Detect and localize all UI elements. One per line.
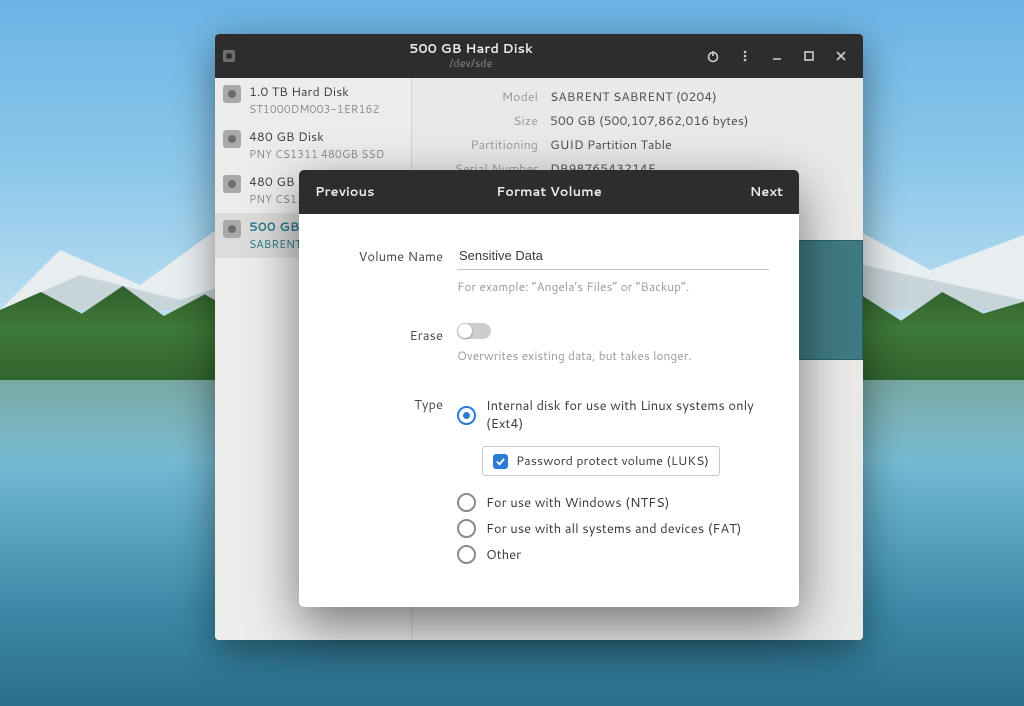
hdd-icon [223,85,241,103]
radio-icon [457,406,476,425]
menu-button[interactable] [731,42,759,70]
radio-other[interactable]: Other [457,545,765,564]
value-size: 500 GB (500,107,862,016 bytes) [550,112,749,130]
value-part: GUID Partition Table [550,136,672,154]
radio-icon [457,519,476,538]
erase-hint: Overwrites existing data, but takes long… [457,347,765,364]
app-icon [215,49,243,63]
label-volume-name: Volume Name [333,242,457,266]
label-size: Size [430,112,538,130]
label-model: Model [430,88,538,106]
hdd-icon [223,220,241,238]
radio-label: For use with all systems and devices (FA… [486,520,742,538]
hdd-icon [223,130,241,148]
titlebar: 500 GB Hard Disk /dev/sde [215,34,863,78]
desktop-wallpaper: 500 GB Hard Disk /dev/sde [0,0,1024,706]
radio-fat[interactable]: For use with all systems and devices (FA… [457,519,765,538]
disk-item-sub: ST1000DM003-1ER162 [249,101,379,117]
disk-item-title: 480 GB Disk [249,128,384,146]
volume-name-input[interactable] [457,242,769,270]
window-subtitle: /dev/sde [243,57,699,70]
radio-label: Internal disk for use with Linux systems… [486,397,765,433]
label-type: Type [333,390,457,414]
disk-item-sub: PNY CS1311 480GB SSD [249,146,384,162]
label-part: Partitioning [430,136,538,154]
dialog-header: Previous Format Volume Next [299,170,799,214]
erase-switch[interactable] [457,323,491,339]
power-button[interactable] [699,42,727,70]
previous-button[interactable]: Previous [315,183,389,201]
check-icon [493,454,508,469]
radio-icon [457,545,476,564]
volume-name-hint: For example: “Angela’s Files” or “Backup… [457,278,765,295]
close-button[interactable] [827,42,855,70]
disk-item-title: 1.0 TB Hard Disk [249,83,379,101]
format-volume-dialog: Previous Format Volume Next Volume Name … [299,170,799,607]
hdd-icon [223,175,241,193]
label-erase: Erase [333,321,457,345]
maximize-button[interactable] [795,42,823,70]
value-model: SABRENT SABRENT (0204) [550,88,717,106]
checkbox-label: Password protect volume (LUKS) [516,452,709,470]
next-button[interactable]: Next [709,183,783,201]
disk-item[interactable]: 480 GB Disk PNY CS1311 480GB SSD [215,123,411,168]
checkbox-luks[interactable]: Password protect volume (LUKS) [482,446,720,476]
dialog-title: Format Volume [389,183,709,201]
radio-icon [457,493,476,512]
radio-ext4[interactable]: Internal disk for use with Linux systems… [457,397,765,433]
minimize-button[interactable] [763,42,791,70]
radio-label: Other [486,546,521,564]
radio-ntfs[interactable]: For use with Windows (NTFS) [457,493,765,512]
radio-label: For use with Windows (NTFS) [486,494,669,512]
disk-item[interactable]: 1.0 TB Hard Disk ST1000DM003-1ER162 [215,78,411,123]
